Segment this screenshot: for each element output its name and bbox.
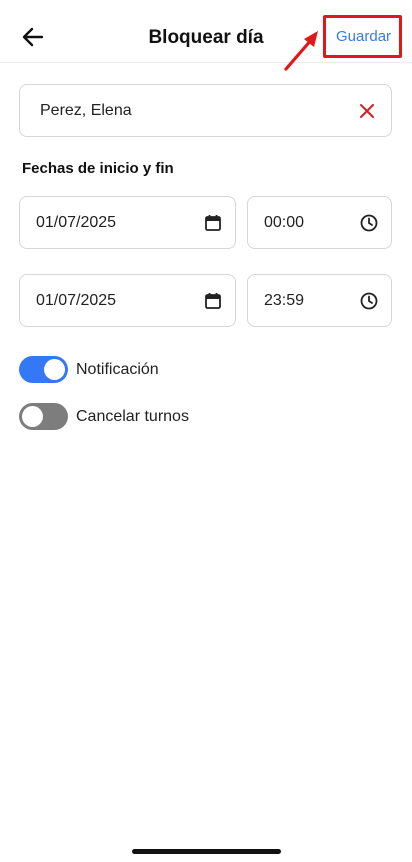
- clear-employee-button[interactable]: [357, 101, 377, 121]
- start-time-picker-button[interactable]: [359, 213, 379, 233]
- end-time-input[interactable]: 23:59: [247, 274, 392, 327]
- end-date-value: 01/07/2025: [36, 291, 117, 309]
- section-title: Fechas de inicio y fin: [22, 160, 174, 177]
- cancel-shifts-toggle[interactable]: [19, 403, 68, 430]
- toggle-knob: [44, 359, 65, 380]
- clock-icon: [360, 214, 378, 232]
- cancel-shifts-row: Cancelar turnos: [19, 403, 189, 430]
- annotation-arrow-icon: [284, 31, 318, 71]
- end-time-value: 23:59: [264, 291, 305, 309]
- home-indicator: [132, 849, 281, 854]
- toggle-knob: [22, 406, 43, 427]
- save-button[interactable]: Guardar: [336, 28, 391, 45]
- top-bar: Bloquear día Guardar: [0, 0, 412, 71]
- employee-field[interactable]: Perez, Elena: [19, 84, 392, 137]
- end-date-picker-button[interactable]: [203, 291, 223, 311]
- end-date-input[interactable]: 01/07/2025: [19, 274, 236, 327]
- start-date-input[interactable]: 01/07/2025: [19, 196, 236, 249]
- close-icon: [360, 104, 374, 118]
- start-time-value: 00:00: [264, 213, 305, 231]
- cancel-shifts-label: Cancelar turnos: [76, 407, 189, 425]
- clock-icon: [360, 292, 378, 310]
- notification-label: Notificación: [76, 360, 159, 378]
- end-time-picker-button[interactable]: [359, 291, 379, 311]
- notification-toggle[interactable]: [19, 356, 68, 383]
- calendar-icon: [205, 293, 221, 309]
- employee-value: Perez, Elena: [40, 101, 132, 119]
- notification-row: Notificación: [19, 356, 159, 383]
- start-date-value: 01/07/2025: [36, 213, 117, 231]
- start-time-input[interactable]: 00:00: [247, 196, 392, 249]
- start-date-picker-button[interactable]: [203, 213, 223, 233]
- calendar-icon: [205, 215, 221, 231]
